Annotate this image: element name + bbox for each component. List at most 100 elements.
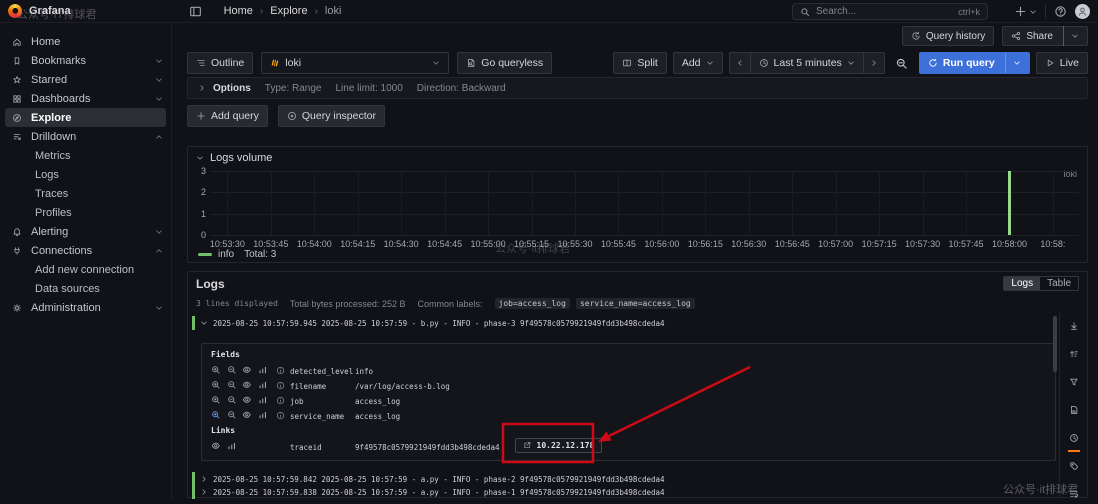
search-plus-icon[interactable] <box>211 380 221 390</box>
chevron-down-icon <box>432 59 440 67</box>
sidebar-item-label: Home <box>31 35 61 48</box>
stats-bars-icon[interactable] <box>258 380 268 390</box>
filter-control[interactable] <box>1069 374 1079 392</box>
gridline-v <box>879 171 881 235</box>
query-inspector-button[interactable]: Query inspector <box>277 105 385 127</box>
logs-volume-plot[interactable] <box>210 171 1079 236</box>
field-value: /var/log/access-b.log <box>355 382 450 391</box>
sidebar-item-data-sources[interactable]: Data sources <box>0 279 171 298</box>
search-minus-icon[interactable] <box>227 395 237 405</box>
chart-legend[interactable]: info Total: 3 <box>198 249 276 260</box>
help-icon[interactable] <box>1054 5 1067 18</box>
log-row[interactable]: 2025-08-25 10:57:59.842 2025-08-25 10:57… <box>192 472 1053 486</box>
split-button[interactable]: Split <box>613 52 667 74</box>
view-toggle-logs[interactable]: Logs <box>1004 277 1041 290</box>
chevron-down-icon[interactable] <box>1013 59 1021 67</box>
gridline-v <box>531 171 533 235</box>
add-query-button[interactable]: Add query <box>187 105 268 127</box>
breadcrumb-item-home[interactable]: Home <box>224 5 253 17</box>
search-shortcut: ctrl+k <box>958 6 980 17</box>
button-divider <box>1004 53 1006 73</box>
sidebar-item-profiles[interactable]: Profiles <box>0 203 171 222</box>
time-range-back-button[interactable] <box>728 52 750 74</box>
legend-series-label: info <box>218 249 235 260</box>
sidebar-item-metrics[interactable]: Metrics <box>0 146 171 165</box>
log-file-control[interactable] <box>1069 402 1079 420</box>
sidebar-item-dashboards[interactable]: Dashboards <box>0 89 171 108</box>
log-row-expanded[interactable]: 2025-08-25 10:57:59.945 2025-08-25 10:57… <box>192 316 1053 330</box>
chevron-down-icon <box>847 59 855 67</box>
logs-volume-header[interactable]: Logs volume <box>196 152 272 164</box>
logs-scrollbar[interactable] <box>1053 316 1057 372</box>
search-input[interactable]: Search... ctrl+k <box>792 3 988 20</box>
sidebar-item-alerting[interactable]: Alerting <box>0 222 171 241</box>
plug-icon <box>12 246 22 256</box>
volume-bar[interactable] <box>1007 171 1011 235</box>
search-minus-icon[interactable] <box>227 410 237 420</box>
datasource-picker[interactable]: loki <box>261 52 450 74</box>
user-avatar[interactable] <box>1075 4 1090 19</box>
gridline-v <box>661 171 663 235</box>
sidebar-item-drilldown[interactable]: Drilldown <box>0 127 171 146</box>
sidebar-item-bookmarks[interactable]: Bookmarks <box>0 51 171 70</box>
breadcrumb-item-loki[interactable]: loki <box>325 5 342 17</box>
tag-control[interactable] <box>1069 458 1079 476</box>
search-plus-icon[interactable] <box>211 365 221 375</box>
chevron-down-icon[interactable] <box>1071 32 1079 40</box>
go-queryless-button[interactable]: Go queryless <box>457 52 553 74</box>
trace-link-button[interactable]: 10.22.12.178 <box>515 438 603 453</box>
stats-bars-icon[interactable] <box>258 410 268 420</box>
gridline-v <box>401 171 403 235</box>
sort-logs-control[interactable] <box>1069 346 1079 364</box>
sidebar-item-connections[interactable]: Connections <box>0 241 171 260</box>
x-tick-label: 10:53:30 <box>209 239 245 249</box>
add-new-icon[interactable] <box>1014 5 1037 18</box>
wrap-lines-control[interactable] <box>1069 486 1079 504</box>
outline-button[interactable]: Outline <box>187 52 254 74</box>
breadcrumb-item-explore[interactable]: Explore <box>270 5 307 17</box>
sidebar-item-starred[interactable]: Starred <box>0 70 171 89</box>
eye-icon[interactable] <box>242 395 252 405</box>
view-toggle-table[interactable]: Table <box>1040 277 1078 290</box>
sidebar-item-explore[interactable]: Explore <box>5 108 166 127</box>
live-button[interactable]: Live <box>1035 52 1088 74</box>
time-range-forward-button[interactable] <box>862 52 885 74</box>
gridline-v <box>1052 171 1054 235</box>
eye-icon[interactable] <box>242 380 252 390</box>
sidebar-item-logs[interactable]: Logs <box>0 165 171 184</box>
external-link-icon <box>523 441 532 450</box>
eye-icon[interactable] <box>242 410 252 420</box>
search-minus-icon[interactable] <box>227 380 237 390</box>
sidebar-item-add-new-connection[interactable]: Add new connection <box>0 260 171 279</box>
query-options-row[interactable]: Options Type: Range Line limit: 1000 Direc… <box>187 77 1088 99</box>
search-plus-icon[interactable] <box>211 410 221 420</box>
collapse-sidebar-icon[interactable] <box>189 5 202 18</box>
sidebar-item-traces[interactable]: Traces <box>0 184 171 203</box>
add-dropdown-button[interactable]: Add <box>672 52 723 74</box>
run-query-button[interactable]: Run query <box>918 52 1030 74</box>
option-item: Direction: Backward <box>416 82 506 94</box>
stats-bars-icon[interactable] <box>258 395 268 405</box>
field-row-filename: filename/var/log/access-b.log <box>202 379 1055 394</box>
sidebar-item-home[interactable]: Home <box>0 32 171 51</box>
sidebar-item-label: Bookmarks <box>31 54 87 67</box>
grafana-logo-icon[interactable] <box>8 4 22 18</box>
legend-swatch <box>198 253 212 256</box>
share-button[interactable]: Share <box>1002 26 1088 46</box>
common-labels-chips: job=access_log service_name=access_log <box>494 298 695 309</box>
sidebar-nav: Home Bookmarks Starred Dashboards Explore Dri… <box>0 24 172 499</box>
stats-bars-icon[interactable] <box>258 365 268 375</box>
scroll-down-control[interactable] <box>1069 318 1079 336</box>
clock-control[interactable] <box>1067 430 1080 452</box>
stats-bars-icon[interactable] <box>227 441 237 451</box>
x-tick-label: 10:56:45 <box>774 239 810 249</box>
eye-icon[interactable] <box>211 441 221 451</box>
search-plus-icon[interactable] <box>211 395 221 405</box>
search-minus-icon[interactable] <box>227 365 237 375</box>
time-range-picker[interactable]: Last 5 minutes <box>749 52 863 74</box>
query-history-button[interactable]: Query history <box>901 26 995 46</box>
sidebar-item-administration[interactable]: Administration <box>0 298 171 317</box>
zoom-out-icon[interactable] <box>891 52 913 74</box>
eye-icon[interactable] <box>242 365 252 375</box>
log-row[interactable]: 2025-08-25 10:57:59.838 2025-08-25 10:57… <box>192 485 1053 499</box>
